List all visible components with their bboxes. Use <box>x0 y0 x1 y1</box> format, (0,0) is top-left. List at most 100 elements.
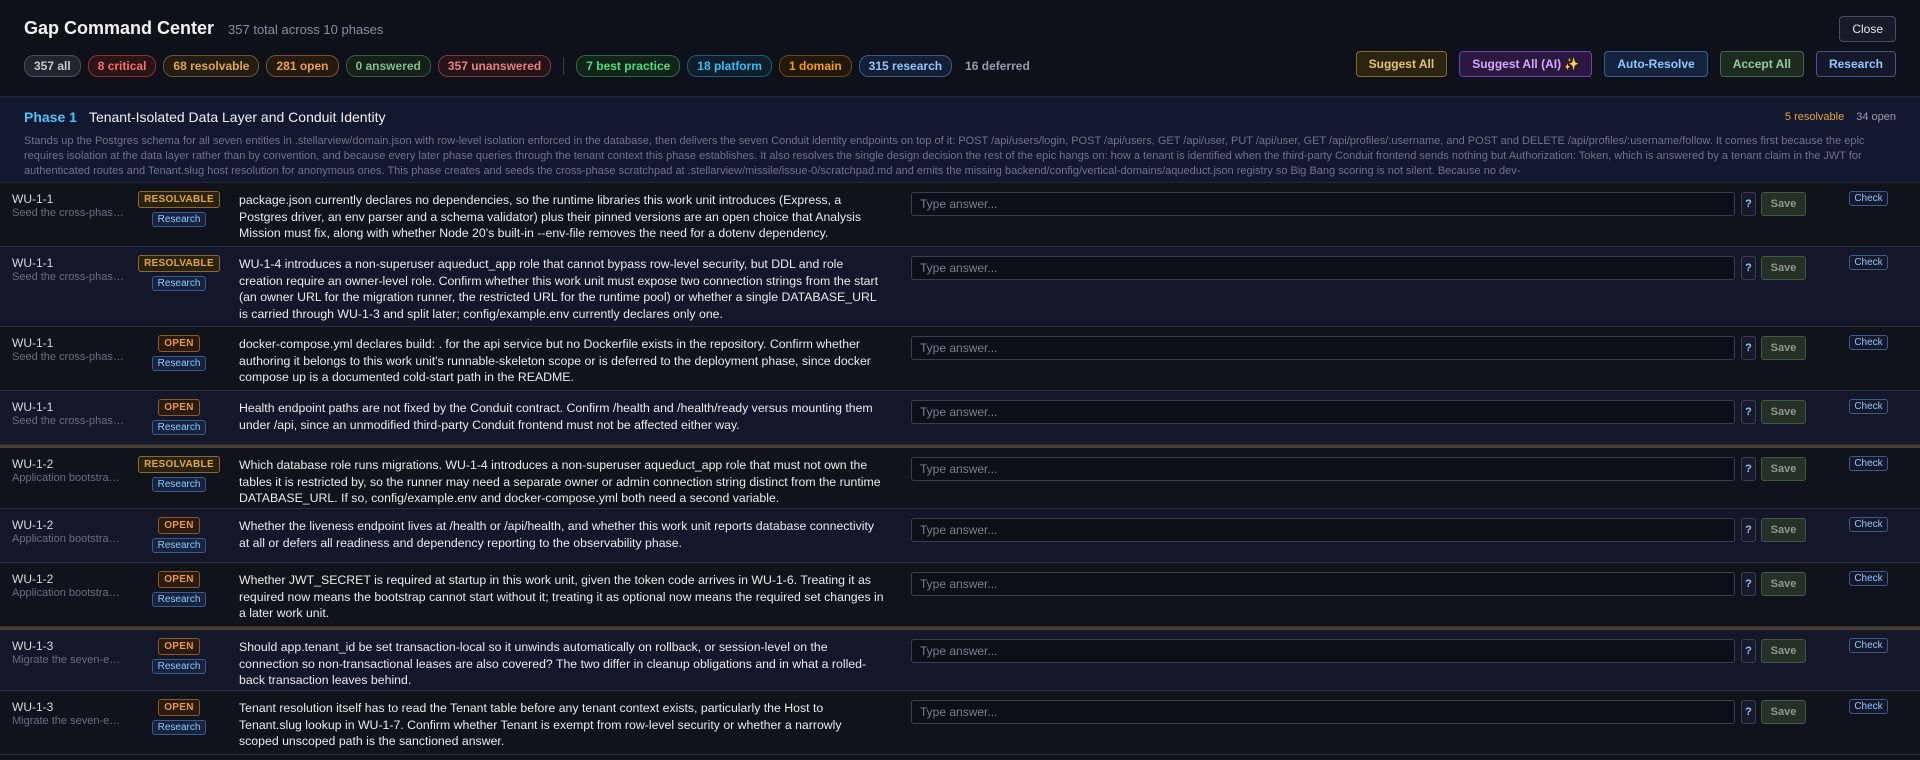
action-bar: Suggest All Suggest All (AI) ✨ Auto-Resolv… <box>1355 51 1896 77</box>
category-pill[interactable]: 315 research <box>858 55 953 77</box>
answer-input[interactable] <box>911 639 1735 663</box>
filter-pill[interactable]: 8 critical <box>87 55 157 77</box>
save-button[interactable]: Save <box>1761 700 1806 724</box>
check-button[interactable]: Check <box>1849 335 1888 350</box>
status-badge: OPEN <box>158 335 200 352</box>
gap-row: WU-1-2Application bootstrap and config OP… <box>0 563 1920 627</box>
work-unit-cell: WU-1-2Application bootstrap and config <box>12 572 124 599</box>
help-button[interactable]: ? <box>1741 336 1756 360</box>
question-text: WU-1-4 introduces a non-superuser aquedu… <box>239 257 879 321</box>
deferred-filter[interactable]: 16 deferred <box>965 59 1030 73</box>
answer-input[interactable] <box>911 518 1735 542</box>
filter-pill[interactable]: 357 all <box>24 55 81 77</box>
auto-resolve-button[interactable]: Auto-Resolve <box>1604 51 1708 77</box>
work-unit-id: WU-1-1 <box>12 400 54 414</box>
answer-input[interactable] <box>911 457 1735 481</box>
check-button[interactable]: Check <box>1849 571 1888 586</box>
save-button[interactable]: Save <box>1761 457 1806 481</box>
save-button[interactable]: Save <box>1761 518 1806 542</box>
save-button[interactable]: Save <box>1761 256 1806 280</box>
status-badge: OPEN <box>158 699 200 716</box>
status-badge: OPEN <box>158 399 200 416</box>
research-tag[interactable]: Research <box>151 592 207 607</box>
accept-all-button[interactable]: Accept All <box>1719 51 1804 77</box>
phase-title: Tenant-Isolated Data Layer and Conduit I… <box>88 109 386 125</box>
category-pill[interactable]: 18 platform <box>687 55 772 77</box>
filter-pill[interactable]: 357 unanswered <box>437 55 552 77</box>
work-unit-cell: WU-1-2Application bootstrap and config <box>12 457 124 484</box>
status-badge: RESOLVABLE <box>138 456 220 473</box>
status-badge: RESOLVABLE <box>138 191 220 208</box>
answer-input[interactable] <box>911 700 1735 724</box>
work-unit-cell: WU-1-1Seed the cross-phase scratchpad <box>12 400 124 427</box>
research-button[interactable]: Research <box>1815 51 1896 77</box>
phase-label: Phase 1 <box>24 109 77 125</box>
question-text: Health endpoint paths are not fixed by t… <box>239 401 873 432</box>
category-pill[interactable]: 1 domain <box>778 55 852 77</box>
check-button[interactable]: Check <box>1849 517 1888 532</box>
phase-open-count: 34 open <box>1856 111 1896 123</box>
save-button[interactable]: Save <box>1761 572 1806 596</box>
check-button[interactable]: Check <box>1849 638 1888 653</box>
work-unit-id: WU-1-1 <box>12 336 54 350</box>
answer-input[interactable] <box>911 192 1735 216</box>
research-tag[interactable]: Research <box>151 538 207 553</box>
help-button[interactable]: ? <box>1741 639 1756 663</box>
research-tag[interactable]: Research <box>151 659 207 674</box>
status-badge: OPEN <box>158 517 200 534</box>
work-unit-cell: WU-1-1Seed the cross-phase scratchpad <box>12 336 124 363</box>
save-button[interactable]: Save <box>1761 192 1806 216</box>
research-tag[interactable]: Research <box>151 212 207 227</box>
check-button[interactable]: Check <box>1849 699 1888 714</box>
badge-cell: OPEN Research <box>136 399 222 435</box>
research-tag[interactable]: Research <box>151 420 207 435</box>
badge-cell: OPEN Research <box>136 335 222 371</box>
work-unit-description: Application bootstrap and config <box>12 472 124 484</box>
help-button[interactable]: ? <box>1741 700 1756 724</box>
work-unit-description: Seed the cross-phase scratchpad <box>12 415 124 427</box>
badge-cell: OPEN Research <box>136 571 222 607</box>
filter-pill[interactable]: 0 answered <box>345 55 431 77</box>
save-button[interactable]: Save <box>1761 639 1806 663</box>
answer-input[interactable] <box>911 256 1735 280</box>
app-title: Gap Command Center <box>24 18 215 38</box>
badge-cell: OPEN Research <box>136 638 222 674</box>
save-button[interactable]: Save <box>1761 336 1806 360</box>
research-tag[interactable]: Research <box>151 477 207 492</box>
suggest-all-ai-button[interactable]: Suggest All (AI) ✨ <box>1459 51 1593 77</box>
work-unit-id: WU-1-2 <box>12 518 54 532</box>
gap-row: WU-1-3Migrate the seven-entity schema OPE… <box>0 691 1920 755</box>
filter-pill[interactable]: 68 resolvable <box>163 55 260 77</box>
answer-input[interactable] <box>911 400 1735 424</box>
question-text: Should app.tenant_id be set transaction-… <box>239 640 867 687</box>
research-tag[interactable]: Research <box>151 720 207 735</box>
phase-resolvable-count: 5 resolvable <box>1784 111 1845 123</box>
badge-cell: OPEN Research <box>136 517 222 553</box>
check-button[interactable]: Check <box>1849 399 1888 414</box>
save-button[interactable]: Save <box>1761 400 1806 424</box>
answer-input[interactable] <box>911 572 1735 596</box>
help-button[interactable]: ? <box>1741 457 1756 481</box>
research-tag[interactable]: Research <box>151 276 207 291</box>
research-tag[interactable]: Research <box>151 356 207 371</box>
filter-pill[interactable]: 281 open <box>266 55 339 77</box>
gap-row: WU-1-1Seed the cross-phase scratchpad RES… <box>0 183 1920 247</box>
check-button[interactable]: Check <box>1849 456 1888 471</box>
badge-cell: RESOLVABLE Research <box>136 456 222 492</box>
filter-divider <box>563 57 565 75</box>
badge-cell: OPEN Research <box>136 699 222 735</box>
category-pill[interactable]: 7 best practice <box>576 55 681 77</box>
help-button[interactable]: ? <box>1741 256 1756 280</box>
work-unit-cell: WU-1-1Seed the cross-phase scratchpad <box>12 192 124 219</box>
work-unit-id: WU-1-1 <box>12 192 54 206</box>
check-button[interactable]: Check <box>1849 255 1888 270</box>
close-button[interactable]: Close <box>1839 16 1896 42</box>
help-button[interactable]: ? <box>1741 518 1756 542</box>
answer-input[interactable] <box>911 336 1735 360</box>
help-button[interactable]: ? <box>1741 192 1756 216</box>
work-unit-id: WU-1-3 <box>12 700 54 714</box>
help-button[interactable]: ? <box>1741 400 1756 424</box>
check-button[interactable]: Check <box>1849 191 1888 206</box>
help-button[interactable]: ? <box>1741 572 1756 596</box>
suggest-all-button[interactable]: Suggest All <box>1355 51 1448 77</box>
